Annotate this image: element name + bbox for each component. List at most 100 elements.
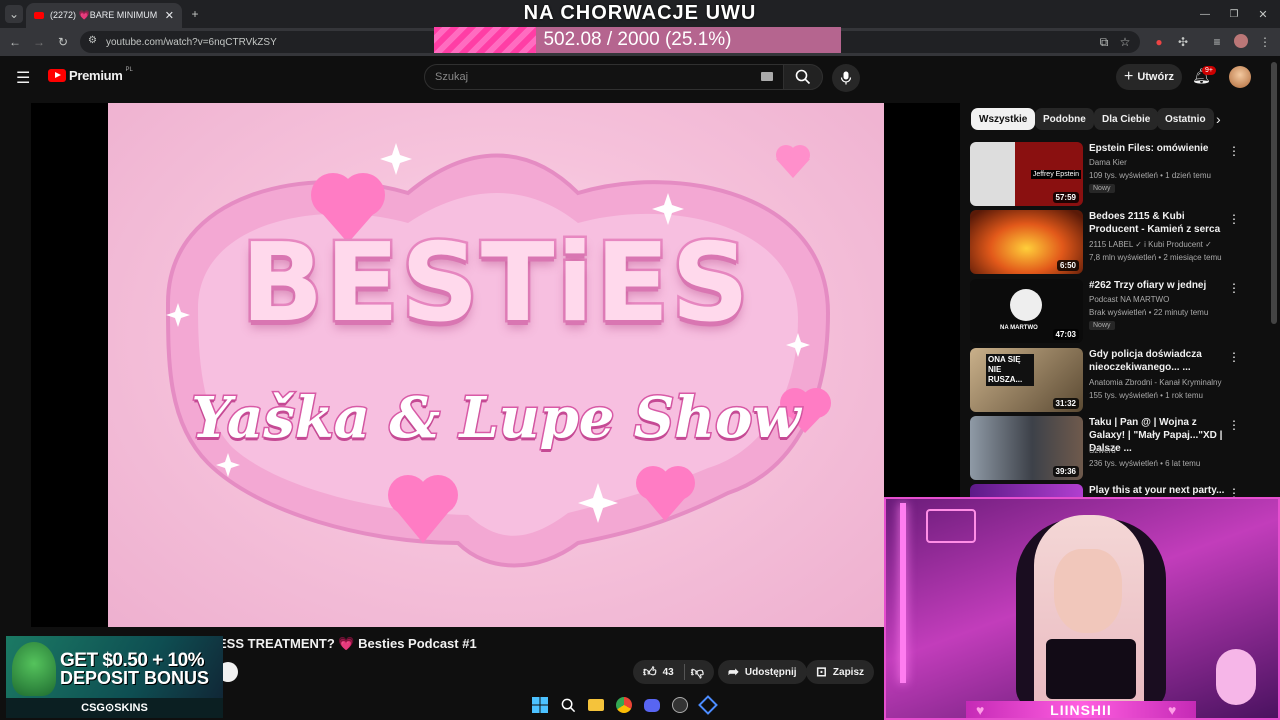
video-thumbnail[interactable]: 39:36 bbox=[970, 416, 1083, 480]
region-label: PL bbox=[125, 66, 133, 73]
donation-progress-bar: 502.08 / 2000 (25.1%) bbox=[434, 27, 841, 53]
recommended-video-6[interactable]: Play this at your next party... | ⋮ bbox=[970, 484, 1270, 497]
page-scrollbar[interactable] bbox=[1271, 62, 1277, 324]
video-title[interactable]: Gdy policja doświadcza nieoczekiwanego..… bbox=[1089, 348, 1225, 374]
channel-name[interactable]: Szwerd bbox=[1089, 446, 1116, 455]
new-tab-icon[interactable]: + bbox=[186, 5, 204, 23]
video-thumbnail[interactable] bbox=[970, 484, 1083, 497]
sponsor-ad-banner[interactable]: GET $0.50 + 10% DEPOSIT BONUS CSG⊙SKINS bbox=[6, 636, 223, 718]
youtube-play-logo-icon bbox=[48, 69, 66, 82]
video-thumbnail[interactable]: BESTiES Yaška & Lupe Show bbox=[108, 103, 884, 627]
snake-plush bbox=[1216, 649, 1256, 705]
reload-icon[interactable]: ↻ bbox=[54, 33, 72, 51]
video-title[interactable]: Play this at your next party... | bbox=[1089, 484, 1225, 497]
more-actions-icon[interactable]: ⋮ bbox=[1228, 144, 1240, 158]
more-actions-icon[interactable]: ⋮ bbox=[1228, 350, 1240, 364]
recommended-video-1[interactable]: Jeffrey Epstein 57:59 Epstein Files: omó… bbox=[970, 142, 1270, 206]
like-divider bbox=[683, 664, 685, 680]
extensions-puzzle-icon[interactable]: ✣ bbox=[1174, 33, 1192, 51]
share-label: Udostępnij bbox=[744, 666, 797, 678]
video-meta: 155 tys. wyświetleń • 1 rok temu bbox=[1089, 391, 1203, 400]
microphone-icon bbox=[840, 71, 852, 85]
chip-all[interactable]: Wszystkie bbox=[971, 108, 1036, 130]
recommended-video-2[interactable]: 6:50 Bedoes 2115 & Kubi Producent - Kami… bbox=[970, 210, 1270, 274]
url-text: youtube.com/watch?v=6nqCTRVkZSY bbox=[106, 36, 277, 48]
video-duration: 39:36 bbox=[1052, 466, 1079, 477]
create-button[interactable]: + Utwórz bbox=[1116, 64, 1182, 90]
video-thumbnail[interactable]: NA MARTWO 47:03 bbox=[970, 279, 1083, 343]
windows-start-icon[interactable] bbox=[530, 695, 550, 715]
search-button[interactable] bbox=[783, 64, 823, 90]
thumbnail-title: BESTiES bbox=[238, 219, 752, 349]
video-meta: 7,8 mln wyświetleń • 2 miesiące temu bbox=[1089, 253, 1222, 262]
maximize-icon[interactable]: ❐ bbox=[1225, 5, 1243, 23]
video-thumbnail[interactable]: Jeffrey Epstein 57:59 bbox=[970, 142, 1083, 206]
more-actions-icon[interactable]: ⋮ bbox=[1228, 281, 1240, 295]
hamburger-menu-icon[interactable]: ☰ bbox=[16, 68, 30, 88]
profile-avatar[interactable] bbox=[1234, 34, 1248, 48]
video-thumbnail[interactable]: 6:50 bbox=[970, 210, 1083, 274]
channel-name[interactable]: Podcast NA MARTWO bbox=[1089, 295, 1169, 304]
streamer-face bbox=[1054, 549, 1122, 633]
discord-icon[interactable] bbox=[642, 695, 662, 715]
site-info-icon[interactable]: ⚙ bbox=[88, 35, 97, 46]
video-thumbnail[interactable]: ONA SIĘ NIE RUSZA... 31:32 bbox=[970, 348, 1083, 412]
video-title[interactable]: Bedoes 2115 & Kubi Producent - Kamień z … bbox=[1089, 210, 1225, 236]
video-title[interactable]: #262 Trzy ofiary w jednej bbox=[1089, 279, 1225, 292]
video-duration: 57:59 bbox=[1052, 192, 1079, 203]
install-app-icon[interactable]: ⧉ bbox=[1095, 33, 1113, 51]
recommended-video-4[interactable]: ONA SIĘ NIE RUSZA... 31:32 Gdy policja d… bbox=[970, 348, 1270, 412]
like-button[interactable]: 👍︎ 43 👎︎ bbox=[633, 660, 714, 684]
obs-icon[interactable] bbox=[670, 695, 690, 715]
streamer-name-banner: LIINSHII bbox=[966, 701, 1196, 718]
app-icon[interactable] bbox=[698, 695, 718, 715]
save-button[interactable]: ⊡ Zapisz bbox=[806, 660, 875, 684]
close-window-icon[interactable]: ✕ bbox=[1254, 5, 1272, 23]
back-icon[interactable]: ← bbox=[6, 33, 24, 51]
chrome-menu-icon[interactable]: ⋮ bbox=[1256, 33, 1274, 51]
extension-icon[interactable]: ● bbox=[1150, 33, 1168, 51]
channel-name[interactable]: Anatomia Zbrodni - Kanał Kryminalny bbox=[1089, 378, 1222, 387]
share-button[interactable]: ➦ Udostępnij bbox=[718, 660, 807, 684]
recommended-video-3[interactable]: NA MARTWO 47:03 #262 Trzy ofiary w jedne… bbox=[970, 279, 1270, 343]
windows-taskbar bbox=[530, 690, 750, 720]
youtube-logo[interactable]: Premium PL bbox=[48, 66, 133, 83]
chrome-icon[interactable] bbox=[614, 695, 634, 715]
video-title[interactable]: Epstein Files: omówienie bbox=[1089, 142, 1225, 155]
search-input[interactable]: Szukaj bbox=[424, 64, 784, 90]
minimize-icon[interactable]: — bbox=[1196, 5, 1214, 23]
chevron-right-icon[interactable]: › bbox=[1216, 111, 1221, 127]
tab-title: (2272) 💗BARE MINIMUM CZY bbox=[50, 10, 157, 20]
plus-icon: + bbox=[1123, 68, 1134, 85]
browser-tab[interactable]: (2272) 💗BARE MINIMUM CZY ✕ bbox=[26, 3, 182, 28]
keyboard-icon[interactable] bbox=[761, 72, 773, 81]
more-actions-icon[interactable]: ⋮ bbox=[1228, 486, 1240, 497]
chip-related[interactable]: Podobne bbox=[1035, 108, 1094, 130]
thumbnail-caption: ONA SIĘ NIE RUSZA... bbox=[986, 354, 1034, 386]
besties-logo-artwork bbox=[165, 143, 831, 568]
close-tab-icon[interactable]: ✕ bbox=[165, 9, 174, 22]
video-meta: 109 tys. wyświetleń • 1 dzień temu bbox=[1089, 171, 1211, 180]
share-arrow-icon: ➦ bbox=[728, 664, 739, 679]
heart-icon: ♥ bbox=[976, 702, 985, 718]
more-actions-icon[interactable]: ⋮ bbox=[1228, 418, 1240, 432]
channel-name[interactable]: 2115 LABEL ✓ i Kubi Producent ✓ bbox=[1089, 240, 1212, 249]
tab-list-button[interactable]: ⌄ bbox=[5, 5, 23, 23]
video-title: ESS TREATMENT? 💗 Besties Podcast #1 bbox=[218, 636, 477, 651]
more-actions-icon[interactable]: ⋮ bbox=[1228, 212, 1240, 226]
chip-recent[interactable]: Ostatnio bbox=[1157, 108, 1214, 130]
video-duration: 6:50 bbox=[1056, 260, 1079, 271]
bookmark-star-icon[interactable]: ☆ bbox=[1116, 33, 1134, 51]
chip-for-you[interactable]: Dla Ciebie bbox=[1094, 108, 1159, 130]
channel-name[interactable]: Dama Kier bbox=[1089, 158, 1127, 167]
forward-icon[interactable]: → bbox=[30, 33, 48, 51]
search-icon[interactable] bbox=[558, 695, 578, 715]
account-avatar[interactable] bbox=[1229, 66, 1251, 88]
thumbs-up-icon: 👍︎ bbox=[643, 664, 657, 679]
file-explorer-icon[interactable] bbox=[586, 695, 606, 715]
voice-search-button[interactable] bbox=[832, 64, 860, 92]
media-control-icon[interactable]: ≡ bbox=[1208, 33, 1226, 51]
like-count: 43 bbox=[662, 666, 674, 678]
recommended-video-5[interactable]: 39:36 Taku | Pan @ | Wojna z Galaxy! | "… bbox=[970, 416, 1270, 480]
thumbs-down-icon[interactable]: 👎︎ bbox=[691, 664, 704, 680]
